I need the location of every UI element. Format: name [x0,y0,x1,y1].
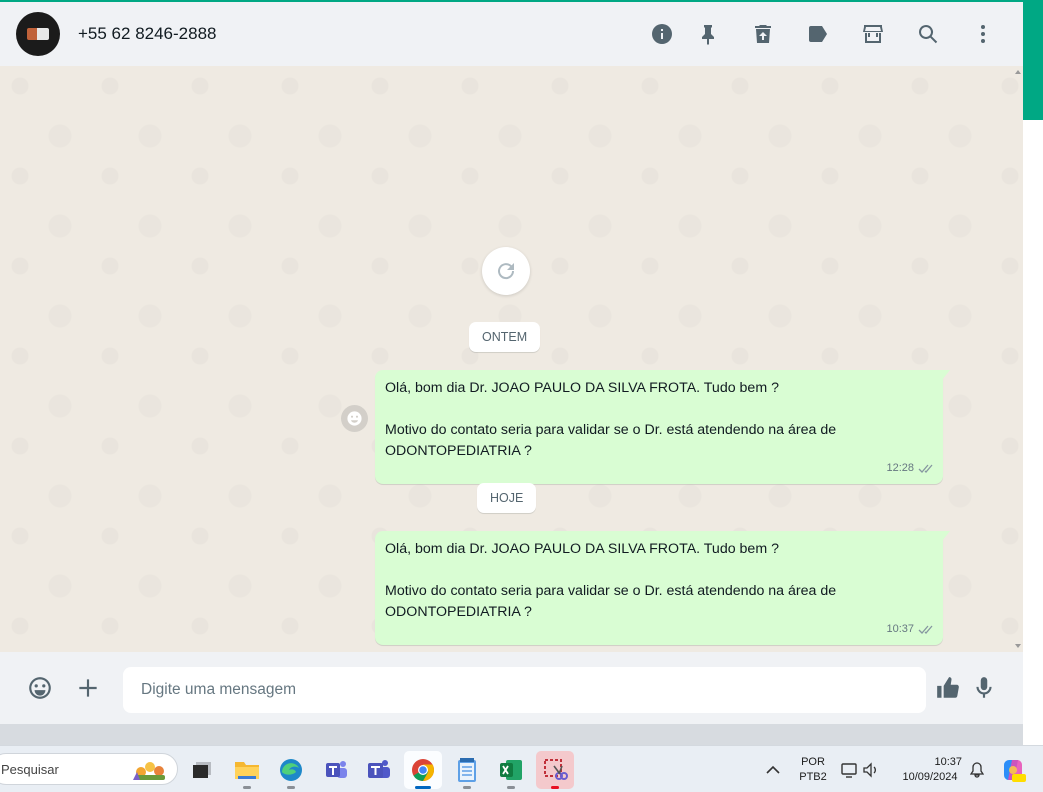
message-meta: 12:28 [886,458,935,479]
message-text: Olá, bom dia Dr. JOAO PAULO DA SILVA FRO… [385,541,837,620]
edge-icon [280,759,302,781]
bell-icon [970,762,984,778]
message-bubble[interactable]: Olá, bom dia Dr. JOAO PAULO DA SILVA FRO… [375,531,950,645]
label-icon[interactable] [804,20,832,48]
clock[interactable]: 10:37 10/09/2024 [892,755,968,785]
running-indicator [551,786,559,789]
pin-icon[interactable] [694,20,722,48]
taskbar-search-label: Pesquisar [1,762,59,777]
double-check-icon [918,464,933,473]
contact-name[interactable]: +55 62 8246-2888 [78,24,217,44]
teams-icon [368,760,390,778]
windows-taskbar: Pesquisar POR PTB2 10:37 10/09/2024 [0,745,1043,792]
clock-time: 10:37 [934,756,962,768]
notepad-icon [458,758,476,782]
info-icon[interactable] [648,20,676,48]
plus-icon [79,679,97,697]
react-button[interactable] [341,405,368,432]
task-view-button[interactable] [183,751,221,789]
message-input[interactable] [123,667,926,713]
running-indicator [243,786,251,789]
emoji-icon [29,677,51,699]
copilot-button[interactable] [996,751,1030,789]
folder-icon [235,762,259,779]
delete-icon[interactable] [749,20,777,48]
language-code: POR [801,756,825,768]
whatsapp-window: +55 62 8246-2888 ONTEM Olá, bom dia Dr. … [0,0,1023,724]
notepad-button[interactable] [448,751,486,789]
excel-button[interactable] [492,751,530,789]
keyboard-layout: PTB2 [799,771,827,783]
chrome-button[interactable] [404,751,442,789]
task-view-icon [193,762,211,778]
search-icon[interactable] [914,20,942,48]
thumbs-up-icon [937,677,959,698]
running-indicator [463,786,471,789]
chrome-icon [412,759,434,781]
snipping-tool-button[interactable] [536,751,574,789]
teams-button[interactable] [317,751,355,789]
running-indicator [287,786,295,789]
message-time: 12:28 [886,462,914,474]
flowers-icon [133,762,165,780]
message-time: 10:37 [886,623,914,635]
network-volume-icon [841,762,876,778]
network-volume-button[interactable] [836,751,884,789]
teams-work-button[interactable] [360,751,398,789]
scroll-down-arrow[interactable] [1015,644,1021,648]
running-indicator [415,786,431,789]
taskbar-search[interactable]: Pesquisar [0,753,178,785]
notifications-button[interactable] [966,751,988,789]
contact-avatar[interactable] [16,12,60,56]
input-language-indicator[interactable]: POR PTB2 [796,755,830,785]
attach-button[interactable] [72,672,104,704]
accent-bar [1023,0,1043,120]
message-meta: 10:37 [886,619,935,640]
menu-icon[interactable] [969,20,997,48]
edge-button[interactable] [272,751,310,789]
emoji-button[interactable] [24,672,56,704]
mic-icon [976,677,992,698]
date-separator: HOJE [477,483,537,513]
chat-header: +55 62 8246-2888 [0,0,1023,66]
scroll-up-arrow[interactable] [1015,70,1021,74]
store-icon[interactable] [859,20,887,48]
file-explorer-button[interactable] [228,751,266,789]
emoji-icon [347,411,362,426]
refresh-button[interactable] [482,247,530,295]
clock-date: 10/09/2024 [902,771,958,783]
copilot-icon [1003,760,1026,782]
window-gap [0,724,1023,745]
show-hidden-icons-button[interactable] [756,751,790,789]
double-check-icon [918,625,933,634]
side-panel-edge [1023,0,1043,745]
running-indicator [507,786,515,789]
like-button[interactable] [932,672,964,704]
snipping-tool-icon [544,759,568,780]
composer [0,652,1023,724]
excel-icon [500,760,522,780]
message-list[interactable]: ONTEM Olá, bom dia Dr. JOAO PAULO DA SIL… [0,66,1023,652]
mic-button[interactable] [968,672,1000,704]
brand-logo [27,28,49,40]
refresh-icon [498,263,515,280]
teams-icon [326,761,347,778]
chevron-up-icon [766,765,780,774]
message-text: Olá, bom dia Dr. JOAO PAULO DA SILVA FRO… [385,380,837,459]
date-separator: ONTEM [469,322,541,352]
message-bubble[interactable]: Olá, bom dia Dr. JOAO PAULO DA SILVA FRO… [375,370,950,484]
